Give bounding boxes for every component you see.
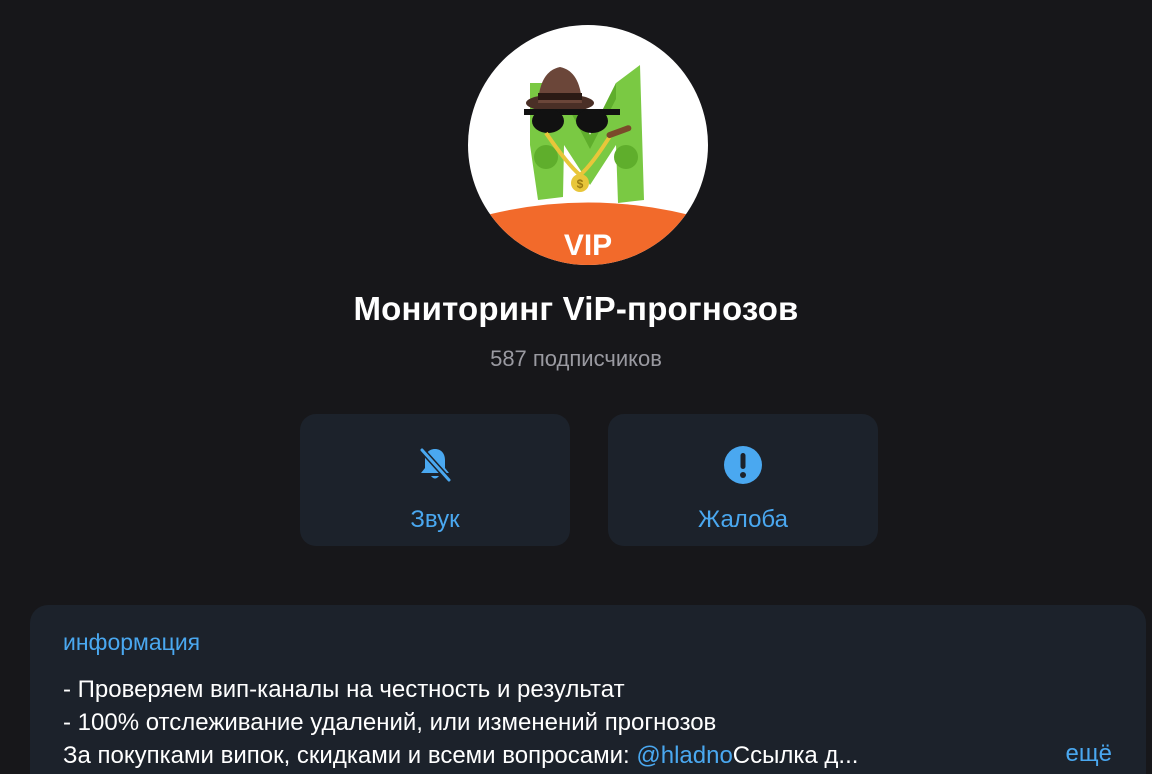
info-card: информация - Проверяем вип-каналы на чес… bbox=[30, 605, 1146, 774]
report-button[interactable]: Жалоба bbox=[608, 414, 878, 546]
svg-text:$: $ bbox=[577, 177, 584, 191]
info-line-3-text: За покупками випок, скидками и всеми воп… bbox=[63, 742, 637, 769]
subscriber-count: 587 подписчиков bbox=[490, 346, 662, 371]
channel-title: Мониторинг ViP-прогнозов bbox=[353, 290, 799, 327]
username-link[interactable]: @hladno bbox=[636, 742, 732, 769]
sound-button-label: Звук bbox=[410, 506, 460, 533]
info-line-1: - Проверяем вип-каналы на честность и ре… bbox=[63, 676, 625, 703]
show-more-link[interactable]: ещё bbox=[1066, 737, 1112, 770]
info-line-3-suffix: Ссылка д... bbox=[732, 742, 859, 769]
avatar-mascot-icon: VIP $ bbox=[468, 65, 708, 265]
sound-button[interactable]: Звук bbox=[300, 414, 570, 546]
info-line-3: За покупками випок, скидками и всеми воп… bbox=[63, 739, 1114, 772]
bell-slash-icon bbox=[419, 447, 452, 483]
exclamation-circle-icon bbox=[724, 446, 762, 484]
avatar-badge-text: VIP bbox=[564, 229, 612, 262]
channel-avatar[interactable]: VIP $ bbox=[468, 25, 708, 265]
report-button-label: Жалоба bbox=[698, 506, 788, 533]
info-line-2: - 100% отслеживание удалений, или измене… bbox=[63, 709, 717, 736]
channel-profile: VIP $ Мониторинг ViP-прогнозов 587 подпи… bbox=[0, 0, 1152, 774]
info-header: информация bbox=[63, 629, 201, 655]
